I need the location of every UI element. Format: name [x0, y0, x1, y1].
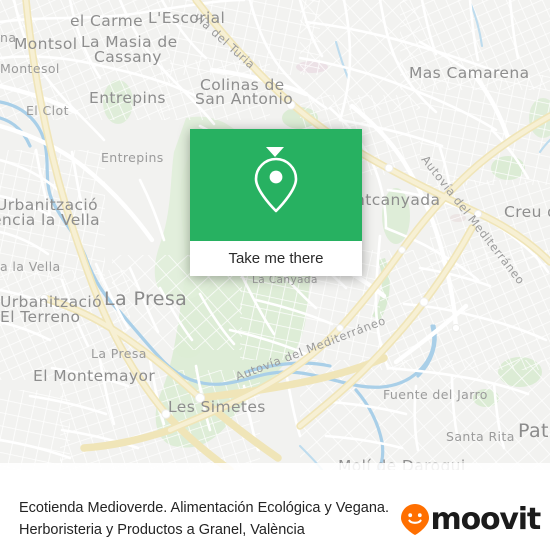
attribution-tiles[interactable]: © OpenMapTiles	[196, 469, 290, 470]
place-title: Ecotienda Medioverde. Alimentación Ecoló…	[19, 500, 389, 538]
moovit-pin-icon	[400, 504, 429, 535]
popup-image	[190, 129, 362, 241]
map-attribution-bar: © OpenStreetMap contributors | © OpenMap…	[0, 463, 550, 470]
moovit-logo[interactable]: moovit	[400, 501, 542, 537]
take-me-there-button[interactable]: Take me there	[190, 241, 362, 276]
attribution-separator: |	[185, 469, 192, 470]
attribution-osm[interactable]: © OpenStreetMap contributors	[12, 469, 182, 470]
map-pin-icon	[254, 157, 298, 213]
moovit-map-screenshot: na el Carme L'Escorial Montsol La Masia de Ca…	[0, 0, 550, 550]
map-canvas[interactable]: na el Carme L'Escorial Montsol La Masia de Ca…	[0, 0, 550, 470]
footer-bar: Ecotienda Medioverde. Alimentación Ecoló…	[0, 489, 550, 550]
popup-pointer	[266, 147, 284, 157]
moovit-wordmark: moovit	[430, 501, 542, 537]
